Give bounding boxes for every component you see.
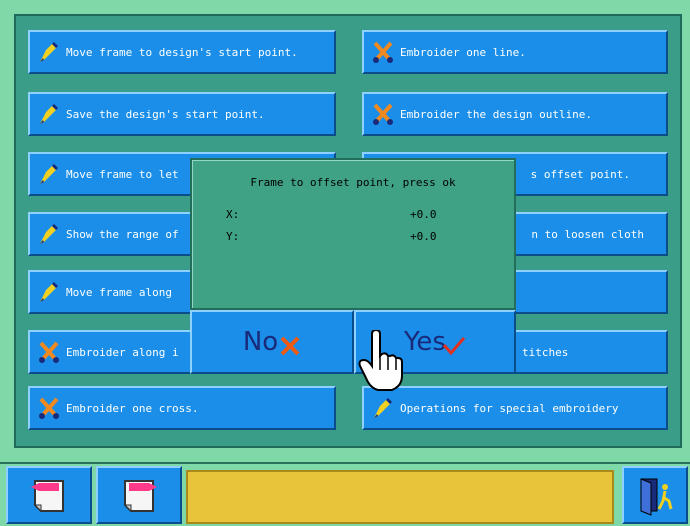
embroider-outline-button[interactable]: Embroider the design outline. <box>362 92 668 136</box>
scissors-icon <box>39 397 59 419</box>
embroider-line-button[interactable]: Embroider one line. <box>362 30 668 74</box>
pen-icon <box>40 224 58 244</box>
button-label: Move frame to design's start point. <box>66 45 298 59</box>
x-mark-icon <box>280 336 300 356</box>
button-label: Move frame along <box>66 285 172 299</box>
no-button[interactable]: No <box>190 310 354 374</box>
button-label: Embroider along i <box>66 345 179 359</box>
button-label: Embroider the design outline. <box>400 107 593 121</box>
button-label: s offset point. <box>530 167 630 181</box>
hand-cursor-icon <box>358 330 403 391</box>
button-label: Save the design's start point. <box>66 107 265 121</box>
x-value: +0.0 <box>410 208 437 221</box>
pen-icon <box>374 398 392 418</box>
y-value: +0.0 <box>410 230 437 243</box>
status-bar <box>186 470 614 524</box>
exit-door-icon <box>640 478 673 516</box>
no-label: No <box>242 327 279 357</box>
yes-label: Yes <box>404 327 446 357</box>
scissors-icon <box>373 41 393 63</box>
offset-dialog: Frame to offset point, press ok X: +0.0 … <box>190 158 516 310</box>
page-forward-button[interactable] <box>96 466 182 524</box>
y-label: Y: <box>226 230 240 243</box>
button-label: n to loosen cloth <box>531 227 644 241</box>
pen-icon <box>40 42 58 62</box>
pen-icon <box>40 282 58 302</box>
x-label: X: <box>226 208 240 221</box>
page-icon <box>31 480 64 513</box>
pen-icon <box>40 164 58 184</box>
button-label: titches <box>522 345 569 359</box>
save-start-button[interactable]: Save the design's start point. <box>28 92 336 136</box>
button-label: Move frame to let <box>66 167 179 181</box>
button-label: Embroider one line. <box>400 45 526 59</box>
pen-icon <box>40 104 58 124</box>
button-label: Show the range of <box>66 227 179 241</box>
button-label: Operations for special embroidery <box>400 401 619 415</box>
button-label: Embroider one cross. <box>66 401 199 415</box>
dialog-title: Frame to offset point, press ok <box>250 176 456 189</box>
special-embroidery-button[interactable]: Operations for special embroidery <box>362 386 668 430</box>
page-icon <box>123 480 157 513</box>
checkmark-icon <box>442 337 466 356</box>
exit-button[interactable] <box>622 466 688 524</box>
move-frame-start-button[interactable]: Move frame to design's start point. <box>28 30 336 74</box>
embroider-cross-button[interactable]: Embroider one cross. <box>28 386 336 430</box>
scissors-icon <box>39 341 59 363</box>
scissors-icon <box>373 103 393 125</box>
page-back-button[interactable] <box>6 466 92 524</box>
